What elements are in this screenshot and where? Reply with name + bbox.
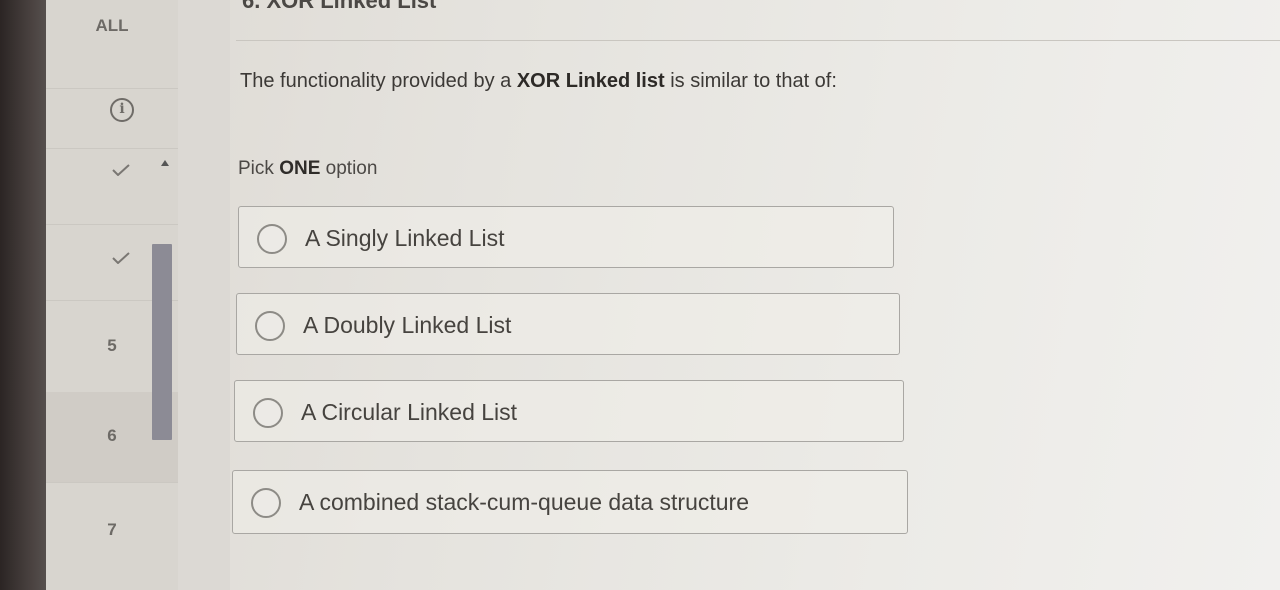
option-3[interactable]: A Circular Linked List xyxy=(234,380,904,442)
question-header: 6. XOR Linked List xyxy=(236,0,1280,41)
pick-instruction: Pick ONE option xyxy=(238,158,377,180)
check-icon xyxy=(112,252,130,264)
nav-number: 7 xyxy=(107,520,117,539)
pick-prefix: Pick xyxy=(238,158,280,179)
radio-button[interactable] xyxy=(251,488,281,518)
radio-button[interactable] xyxy=(257,224,287,254)
question-title: 6. XOR Linked List xyxy=(242,0,437,13)
option-4[interactable]: A combined stack-cum-queue data structur… xyxy=(232,470,908,534)
option-1[interactable]: A Singly Linked List xyxy=(238,206,894,268)
option-label: A combined stack-cum-queue data structur… xyxy=(299,489,750,515)
option-label: A Singly Linked List xyxy=(305,225,505,251)
scroll-rail xyxy=(178,0,230,590)
pick-bold: ONE xyxy=(279,158,321,179)
monitor-bezel xyxy=(0,0,52,590)
pick-suffix: option xyxy=(320,158,378,179)
scrollbar-thumb[interactable] xyxy=(152,244,172,440)
question-panel: 6. XOR Linked List The functionality pro… xyxy=(232,0,1280,590)
option-label: A Doubly Linked List xyxy=(303,312,512,338)
nav-item-q1[interactable] xyxy=(46,148,178,225)
question-text-bold: XOR Linked list xyxy=(516,70,665,92)
question-text-end: is similar to that of: xyxy=(664,70,837,92)
info-icon[interactable]: i xyxy=(110,98,134,122)
radio-button[interactable] xyxy=(255,311,285,341)
option-label: A Circular Linked List xyxy=(301,399,518,425)
question-text: The functionality provided by a XOR Link… xyxy=(240,70,837,93)
nav-item-q7[interactable]: 7 xyxy=(46,482,178,590)
scroll-up-arrow-icon[interactable] xyxy=(161,160,169,166)
check-icon xyxy=(112,164,130,176)
option-2[interactable]: A Doubly Linked List xyxy=(236,293,900,355)
radio-button[interactable] xyxy=(253,398,283,428)
nav-all-label: ALL xyxy=(95,16,129,35)
screen: ALL i 5 6 7 6. XOR Linked List The funct… xyxy=(46,0,1280,590)
question-text-start: The functionality provided by a xyxy=(240,70,517,92)
